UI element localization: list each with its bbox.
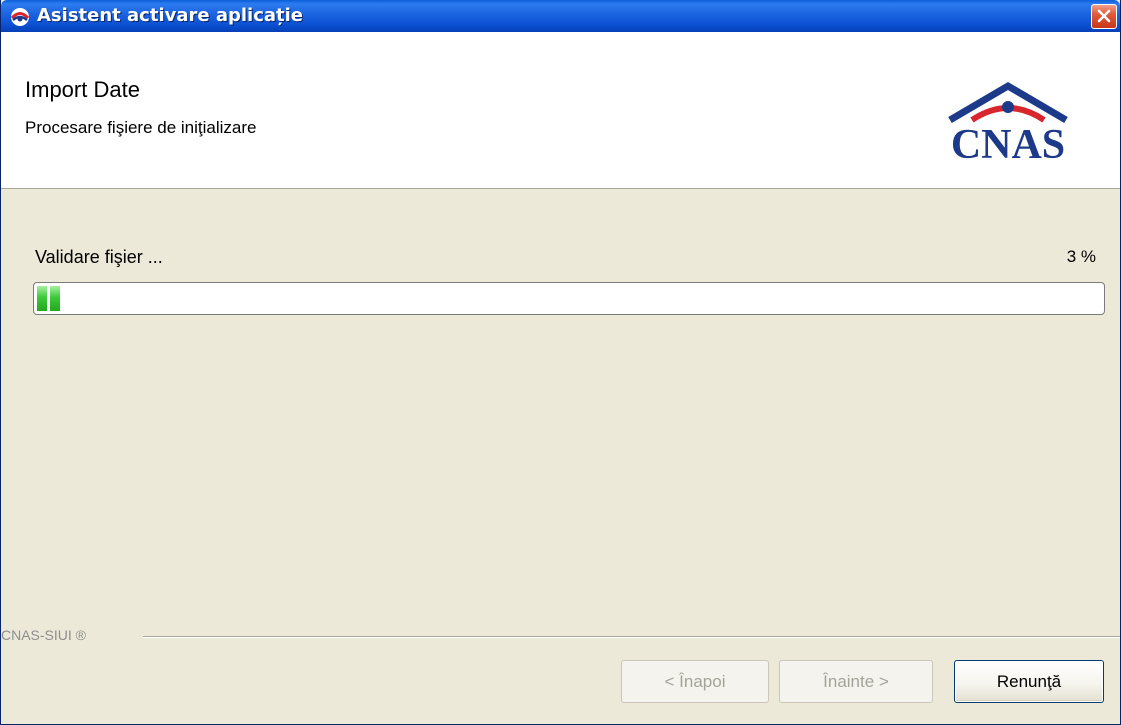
progress-chunk [37,286,47,311]
cancel-button[interactable]: Renunţă [954,660,1104,703]
footer-divider [143,636,1120,638]
progress-percent: 3 % [1066,247,1096,266]
next-button[interactable]: Înainte > [779,660,933,703]
window-title: Asistent activare aplicație [37,5,304,26]
progress-status: Validare fişier ... [35,247,163,267]
close-icon [1097,9,1111,23]
progress-chunk [50,286,60,311]
back-button[interactable]: < Înapoi [621,660,769,703]
progress-track [37,286,1101,311]
page-subtitle: Procesare fişiere de iniţializare [25,118,257,137]
close-button[interactable] [1091,4,1117,29]
brand-label: CNAS-SIUI ® [1,627,86,643]
title-bar[interactable]: Asistent activare aplicație [1,0,1120,32]
cnas-app-icon [10,7,30,27]
wizard-window: Asistent activare aplicație Import Date … [0,0,1121,725]
cnas-logo: CNAS [948,81,1068,162]
progress-bar [33,282,1105,315]
logo-text: CNAS [951,122,1065,162]
wizard-header: Import Date Procesare fişiere de iniţial… [1,32,1120,189]
page-title: Import Date [25,77,140,102]
